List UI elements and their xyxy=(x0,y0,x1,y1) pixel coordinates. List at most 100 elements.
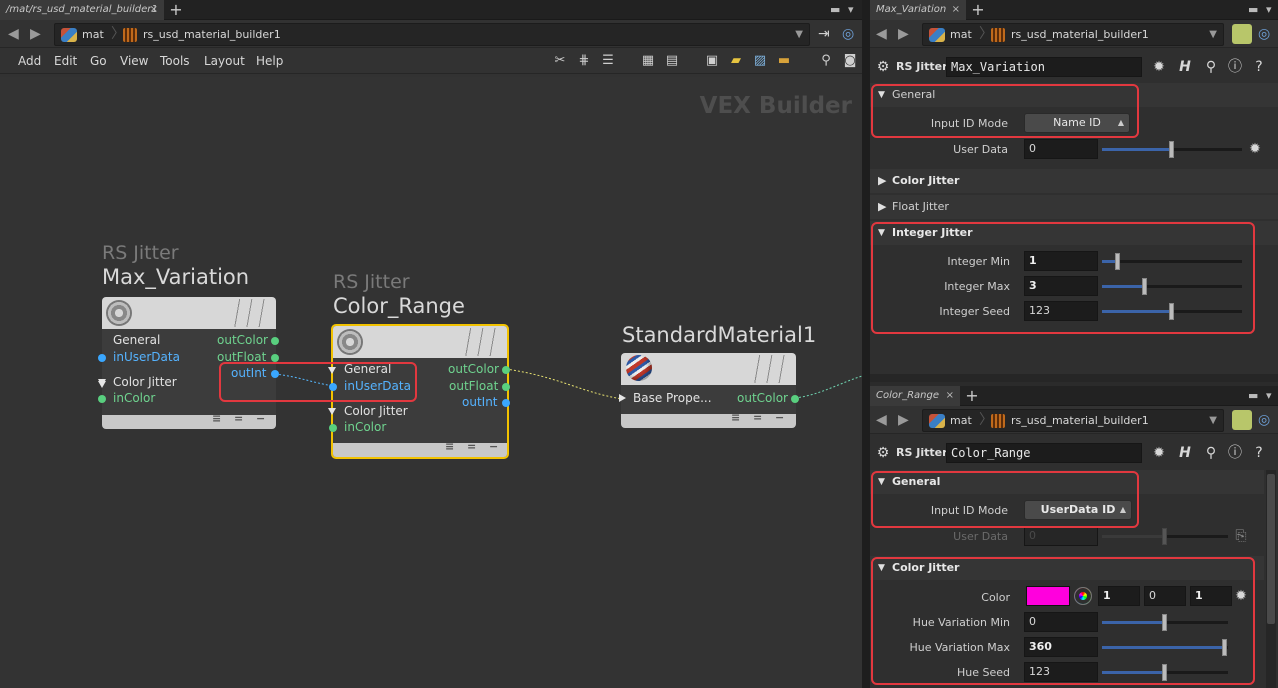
add-tab-icon[interactable]: + xyxy=(968,0,988,20)
output-port[interactable] xyxy=(502,383,510,391)
gear-menu-icon[interactable]: ✹ xyxy=(1246,140,1264,158)
menu-add[interactable]: Add xyxy=(18,48,41,74)
path-breadcrumb[interactable]: mat 〉 rs_usd_material_builder1 ▼ xyxy=(922,23,1224,46)
pane-splitter[interactable] xyxy=(862,0,870,688)
pin-toggle-icon[interactable] xyxy=(1232,24,1252,44)
forward-arrow-icon[interactable]: ▶ xyxy=(30,26,41,42)
path-breadcrumb[interactable]: mat 〉 rs_usd_material_builder1 ▼ xyxy=(54,23,810,46)
output-port[interactable] xyxy=(502,366,510,374)
output-port[interactable] xyxy=(271,337,279,345)
add-tab-icon[interactable]: + xyxy=(166,0,186,20)
node-flags[interactable] xyxy=(459,328,499,356)
search-icon[interactable]: ⚲ xyxy=(1202,58,1220,76)
path-breadcrumb[interactable]: mat 〉 rs_usd_material_builder1 ▼ xyxy=(922,409,1224,432)
path-dropdown-icon[interactable]: ▼ xyxy=(1209,410,1217,431)
menu-tools[interactable]: Tools xyxy=(160,48,190,74)
crumb-builder[interactable]: rs_usd_material_builder1 xyxy=(991,410,1149,431)
pane-dropdown-icon[interactable]: ▾ xyxy=(1266,389,1272,402)
color-b-field[interactable]: 1 xyxy=(1190,586,1232,606)
hue-max-field[interactable]: 360 xyxy=(1024,637,1098,657)
crumb-builder[interactable]: rs_usd_material_builder1 xyxy=(991,24,1149,45)
gear-menu-icon[interactable]: ✹ xyxy=(1150,58,1168,76)
integer-seed-slider[interactable] xyxy=(1102,303,1242,320)
image-icon[interactable]: ▨ xyxy=(752,53,768,69)
network-box-icon[interactable]: ▣ xyxy=(704,53,720,69)
color-wheel-icon[interactable] xyxy=(1074,587,1092,605)
output-port[interactable] xyxy=(271,370,279,378)
menu-view[interactable]: View xyxy=(120,48,148,74)
help-icon[interactable]: ? xyxy=(1250,444,1268,462)
crumb-builder[interactable]: rs_usd_material_builder1 xyxy=(123,24,281,45)
back-arrow-icon[interactable]: ◀ xyxy=(876,412,887,428)
color-r-field[interactable]: 1 xyxy=(1098,586,1140,606)
forward-arrow-icon[interactable]: ▶ xyxy=(898,26,909,42)
output-port[interactable] xyxy=(271,354,279,362)
crumb-mat[interactable]: mat xyxy=(61,24,104,45)
input-port[interactable] xyxy=(329,424,337,432)
tools-icon[interactable]: ✂ xyxy=(552,53,568,69)
input-port[interactable] xyxy=(329,383,337,391)
path-dropdown-icon[interactable]: ▼ xyxy=(1209,24,1217,45)
lock-icon[interactable]: ⎘ xyxy=(1232,527,1250,545)
info-icon[interactable]: ⓘ xyxy=(1226,444,1244,462)
menu-help[interactable]: Help xyxy=(256,48,283,74)
param-scrollbar[interactable] xyxy=(1266,470,1276,688)
path-dropdown-icon[interactable]: ▼ xyxy=(795,24,803,45)
help-icon[interactable]: ? xyxy=(1250,58,1268,76)
close-icon[interactable]: × xyxy=(150,0,158,20)
integer-min-slider[interactable] xyxy=(1102,253,1242,270)
pin-icon[interactable]: ⇥ xyxy=(818,26,830,42)
input-triangle-icon[interactable] xyxy=(619,394,626,402)
color-swatch[interactable] xyxy=(1026,586,1070,606)
back-arrow-icon[interactable]: ◀ xyxy=(8,26,19,42)
link-icon[interactable]: ◎ xyxy=(1258,26,1270,42)
input-id-mode-menu[interactable]: UserData ID ▲ xyxy=(1024,500,1132,520)
pin-toggle-icon[interactable] xyxy=(1232,410,1252,430)
search-icon[interactable]: ⚲ xyxy=(1202,444,1220,462)
info-icon[interactable]: ⓘ xyxy=(1226,58,1244,76)
hue-min-slider[interactable] xyxy=(1102,614,1228,631)
color-g-field[interactable]: 0 xyxy=(1144,586,1186,606)
pane-menu-icon[interactable]: ▬ xyxy=(1248,3,1258,16)
user-data-slider[interactable] xyxy=(1102,141,1242,158)
add-tab-icon[interactable]: + xyxy=(962,386,982,406)
node-name-field[interactable]: Color_Range xyxy=(946,443,1142,463)
gear-menu-icon[interactable]: ✹ xyxy=(1150,444,1168,462)
pane-dropdown-icon[interactable]: ▾ xyxy=(1266,3,1272,16)
integer-seed-field[interactable]: 123 xyxy=(1024,301,1098,321)
forward-arrow-icon[interactable]: ▶ xyxy=(898,412,909,428)
output-port[interactable] xyxy=(791,395,799,403)
pane-divider[interactable] xyxy=(870,374,1278,382)
menu-edit[interactable]: Edit xyxy=(54,48,77,74)
tree-icon[interactable]: ⋕ xyxy=(576,53,592,69)
folder-color-jitter[interactable]: ▶ Color Jitter xyxy=(870,169,1278,193)
pane-menu-icon[interactable]: ▬ xyxy=(830,3,840,16)
hue-seed-slider[interactable] xyxy=(1102,664,1228,681)
sticky-note-icon[interactable]: ▰ xyxy=(728,53,744,69)
link-icon[interactable]: ◎ xyxy=(1258,412,1270,428)
menu-layout[interactable]: Layout xyxy=(204,48,245,74)
folder-general[interactable]: ▼ General xyxy=(870,470,1264,494)
output-port[interactable] xyxy=(502,399,510,407)
layout-icon[interactable]: ▤ xyxy=(664,53,680,69)
list-icon[interactable]: ☰ xyxy=(600,53,616,69)
param-tab[interactable]: Max_Variation × xyxy=(870,0,966,20)
pane-menu-icon[interactable]: ▬ xyxy=(1248,389,1258,402)
folder-float-jitter[interactable]: ▶ Float Jitter xyxy=(870,195,1278,219)
back-arrow-icon[interactable]: ◀ xyxy=(876,26,887,42)
grid-icon[interactable]: ▦ xyxy=(640,53,656,69)
integer-max-slider[interactable] xyxy=(1102,278,1242,295)
pane-dropdown-icon[interactable]: ▾ xyxy=(848,3,854,16)
menu-go[interactable]: Go xyxy=(90,48,107,74)
node-flags[interactable] xyxy=(748,355,788,383)
hue-max-slider[interactable] xyxy=(1102,639,1228,656)
folder-color-jitter[interactable]: ▼ Color Jitter xyxy=(870,556,1264,580)
integer-min-field[interactable]: 1 xyxy=(1024,251,1098,271)
search-icon[interactable]: ⚲ xyxy=(818,53,834,69)
folder-general[interactable]: ▼ General xyxy=(870,83,1278,107)
folder-integer-jitter[interactable]: ▼ Integer Jitter xyxy=(870,221,1278,245)
integer-max-field[interactable]: 3 xyxy=(1024,276,1098,296)
node-name-field[interactable]: Max_Variation xyxy=(946,57,1142,77)
input-port[interactable] xyxy=(98,354,106,362)
crumb-mat[interactable]: mat xyxy=(929,410,972,431)
